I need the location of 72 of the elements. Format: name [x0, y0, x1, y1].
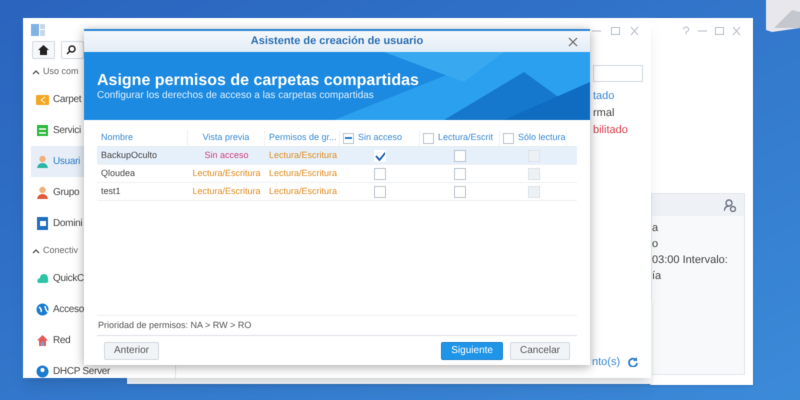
- sidebar-item[interactable]: Acceso: [31, 294, 86, 325]
- close-icon[interactable]: [568, 37, 578, 47]
- table-cell-text: Sin acceso: [204, 148, 249, 162]
- table-cell-text: Lectura/Escritura: [269, 184, 338, 198]
- column-header[interactable]: Lectura/Escrit: [438, 131, 494, 145]
- dialog-heading: Asigne permisos de carpetas compartidas: [97, 71, 419, 90]
- table-cell-text: Lectura/Escritura: [269, 166, 338, 180]
- user-icon: [36, 155, 49, 168]
- column-header[interactable]: tado: [593, 88, 641, 105]
- table-cell-text: test1: [101, 184, 121, 198]
- checkbox[interactable]: [454, 186, 466, 198]
- home-icon: [38, 45, 49, 55]
- table-cell-text: bilitado: [593, 123, 629, 138]
- link[interactable]: nto(s): [592, 354, 620, 370]
- person-icon: [36, 186, 49, 199]
- column-header[interactable]: Nombre: [101, 131, 134, 145]
- checkbox[interactable]: [374, 168, 386, 180]
- section-header[interactable]: Conectiv: [43, 244, 78, 258]
- column-header[interactable]: Vista previa: [202, 131, 250, 145]
- checkbox[interactable]: [454, 168, 466, 180]
- button[interactable]: Cancelar: [510, 342, 570, 360]
- permission-note: Prioridad de permisos: NA > RW > RO: [97, 318, 252, 332]
- table-cell-text: Lectura/Escritura: [269, 148, 338, 162]
- table-row[interactable]: Qloudea Lectura/Escritura Lectura/Escritura: [97, 165, 577, 183]
- button[interactable]: Anterior: [104, 342, 160, 360]
- checkbox[interactable]: [374, 186, 386, 198]
- checkbox[interactable]: [454, 150, 466, 162]
- house-icon: [36, 334, 49, 347]
- detail-text: o: [652, 238, 660, 250]
- app-logo-icon: [31, 24, 45, 36]
- search-field[interactable]: [593, 65, 643, 82]
- sidebar-item[interactable]: Grupo: [31, 177, 84, 208]
- globe-icon: [36, 303, 49, 316]
- folder-icon: [36, 93, 49, 106]
- sidebar-item[interactable]: Usuari: [31, 146, 84, 177]
- column-header[interactable]: Permisos de gr...: [269, 131, 337, 145]
- column-header[interactable]: Sin acceso: [358, 131, 402, 145]
- refresh-icon[interactable]: [628, 357, 638, 367]
- section-header[interactable]: Uso com: [43, 65, 79, 79]
- table-cell-text: rmal: [593, 106, 616, 121]
- table-row[interactable]: test1 Lectura/Escritura Lectura/Escritura: [97, 183, 577, 201]
- sidebar-item[interactable]: QuickC: [31, 263, 86, 294]
- user-gear-icon[interactable]: [724, 198, 736, 212]
- dialog-subheading: Configurar los derechos de acceso a las carpetas compartidas: [97, 90, 375, 102]
- column-header[interactable]: Sólo lectura: [518, 131, 566, 145]
- dialog-title: Asistente de creación de usuario: [250, 34, 424, 50]
- search-field[interactable]: [61, 41, 84, 59]
- checkbox[interactable]: [423, 132, 434, 144]
- sidebar-item[interactable]: Servici: [31, 115, 84, 146]
- maximize-icon[interactable]: [715, 26, 724, 36]
- sidebar-item[interactable]: Carpet: [31, 84, 84, 115]
- table-cell-text: Lectura/Escritura: [192, 166, 261, 180]
- home-button[interactable]: [32, 41, 55, 59]
- sidebar-item[interactable]: Domini: [31, 208, 84, 239]
- checkbox[interactable]: [343, 132, 354, 144]
- table-row[interactable]: BackupOculto Sin acceso Lectura/Escritura: [97, 147, 577, 165]
- sidebar-item[interactable]: Red: [31, 325, 84, 356]
- cloud-icon: [36, 272, 49, 285]
- maximize-icon[interactable]: [611, 26, 620, 36]
- desktop-icon[interactable]: [766, 0, 800, 32]
- checkbox[interactable]: [503, 132, 514, 144]
- detail-text: a: [652, 222, 660, 234]
- detail-text: 03:00 Intervalo:: [652, 254, 729, 266]
- help-icon[interactable]: [682, 26, 690, 36]
- collapse-icon[interactable]: [32, 69, 40, 75]
- search-icon: [66, 45, 76, 55]
- checkbox[interactable]: [374, 150, 386, 162]
- collapse-icon[interactable]: [32, 248, 40, 254]
- table-cell-text: Qloudea: [101, 166, 136, 180]
- table-cell-text: Lectura/Escritura: [192, 184, 261, 198]
- table-cell-text: BackupOculto: [101, 148, 158, 162]
- detail-text: ía: [652, 270, 662, 282]
